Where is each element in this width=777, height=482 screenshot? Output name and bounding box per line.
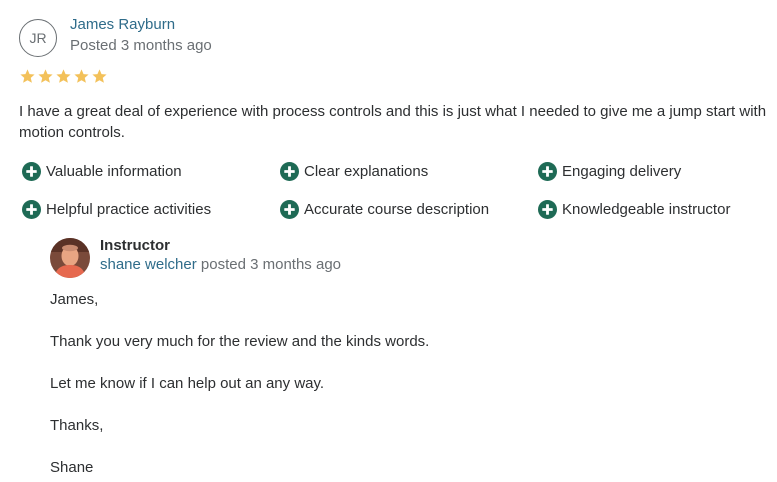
- plus-circle-icon: [280, 200, 299, 219]
- instructor-posted-line: shane welcher posted 3 months ago: [100, 256, 341, 273]
- reviewer-name: James Rayburn: [70, 16, 176, 33]
- instructor-photo: [50, 238, 90, 278]
- star-icon: [20, 69, 35, 83]
- tag-label: Helpful practice activities: [46, 201, 212, 218]
- plus-circle-icon: [22, 162, 41, 181]
- tag-helpful-practice-activities: Helpful practice activities: [22, 200, 211, 219]
- reply-paragraph: Thank you very much for the review and t…: [50, 333, 430, 350]
- review-text: I have a great deal of experience with p…: [19, 103, 767, 141]
- tag-label: Accurate course description: [304, 201, 490, 218]
- avatar-initials: JR: [29, 30, 47, 46]
- tag-label: Engaging delivery: [562, 163, 682, 180]
- plus-circle-icon: [22, 200, 41, 219]
- reply-paragraph: Shane: [50, 459, 94, 476]
- instructor-role: Instructor: [100, 237, 171, 254]
- posted-time: Posted 3 months ago: [70, 37, 212, 54]
- tag-label: Valuable information: [46, 163, 182, 180]
- tag-label: Knowledgeable instructor: [562, 201, 731, 218]
- reply-paragraph: Let me know if I can help out an any way…: [50, 375, 325, 392]
- reply-paragraph: Thanks,: [50, 417, 104, 434]
- star-icon: [74, 69, 89, 83]
- plus-circle-icon: [280, 162, 299, 181]
- tag-knowledgeable-instructor: Knowledgeable instructor: [538, 200, 730, 219]
- instructor-posted-time: posted 3 months ago: [200, 256, 342, 273]
- instructor-avatar: [50, 238, 90, 278]
- plus-circle-icon: [538, 200, 557, 219]
- plus-circle-icon: [538, 162, 557, 181]
- star-icon: [38, 69, 53, 83]
- tag-clear-explanations: Clear explanations: [280, 162, 428, 181]
- star-rating: [19, 68, 108, 85]
- tag-engaging-delivery: Engaging delivery: [538, 162, 681, 181]
- tag-label: Clear explanations: [304, 163, 429, 180]
- tag-valuable-information: Valuable information: [22, 162, 182, 181]
- star-icon: [56, 69, 71, 83]
- avatar: JR: [19, 19, 57, 57]
- tag-accurate-course-description: Accurate course description: [280, 200, 489, 219]
- reply-paragraph: James,: [50, 291, 99, 308]
- star-icon: [92, 69, 107, 83]
- instructor-name[interactable]: shane welcher: [100, 256, 197, 273]
